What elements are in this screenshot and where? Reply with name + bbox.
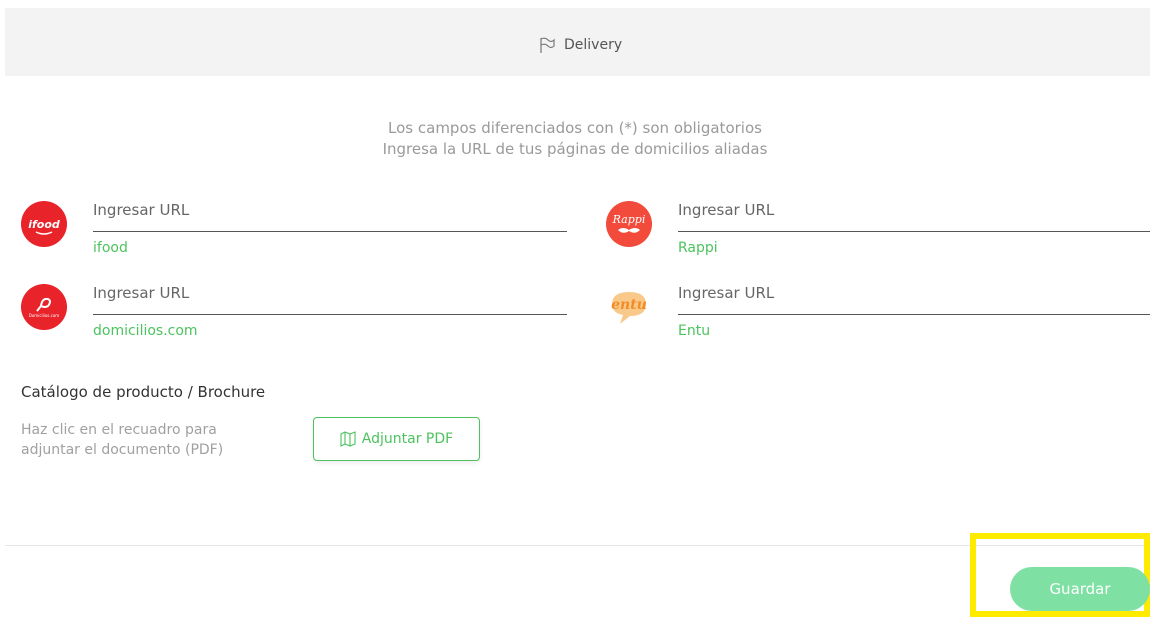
entu-url-underline	[678, 314, 1150, 315]
catalog-title: Catálogo de producto / Brochure	[21, 383, 266, 401]
domicilios-url-label: Ingresar URL	[93, 284, 190, 302]
ifood-url-input[interactable]: ifood	[93, 240, 128, 256]
rappi-logo: Rappi	[606, 201, 652, 247]
section-title-text: Delivery	[564, 37, 623, 53]
ifood-url-underline	[93, 231, 567, 232]
attach-pdf-label: Adjuntar PDF	[361, 431, 454, 447]
domicilios-logo: Domicilios.com	[21, 284, 67, 330]
rappi-url-label: Ingresar URL	[678, 201, 775, 219]
entu-logo-text: entu	[611, 297, 647, 313]
entu-url-label: Ingresar URL	[678, 284, 775, 302]
catalog-help-text: Haz clic en el recuadro para adjuntar el…	[21, 422, 224, 458]
url-instruction: Ingresa la URL de tus páginas de domicil…	[382, 140, 768, 158]
rappi-url-field: Rappi Ingresar URL Rappi	[606, 201, 1150, 261]
section-title: Delivery	[538, 36, 622, 54]
flag-icon	[540, 37, 555, 53]
ifood-logo: ifood	[21, 201, 67, 247]
entu-logo: entu	[611, 292, 647, 324]
ifood-logo-text: ifood	[28, 218, 60, 231]
rappi-logo-text: Rappi	[612, 213, 646, 226]
intro-text: Los campos diferenciados con (*) son obl…	[0, 118, 1150, 160]
save-button[interactable]: Guardar	[1010, 567, 1150, 611]
domicilios-url-input[interactable]: domicilios.com	[93, 323, 198, 339]
ifood-url-field: ifood Ingresar URL ifood	[21, 201, 567, 261]
entu-url-input[interactable]: Entu	[678, 323, 710, 339]
required-fields-note: Los campos diferenciados con (*) son obl…	[388, 119, 762, 137]
rappi-url-input[interactable]: Rappi	[678, 240, 718, 256]
section-header: Delivery	[5, 8, 1150, 76]
ifood-url-label: Ingresar URL	[93, 201, 190, 219]
domicilios-logo-text: Domicilios.com	[29, 313, 60, 318]
domicilios-url-field: Domicilios.com Ingresar URL domicilios.c…	[21, 284, 567, 344]
domicilios-url-underline	[93, 314, 567, 315]
map-icon	[340, 431, 356, 447]
entu-url-field: entu Ingresar URL Entu	[606, 284, 1150, 344]
rappi-url-underline	[678, 231, 1150, 232]
attach-pdf-button[interactable]: Adjuntar PDF	[313, 417, 480, 461]
